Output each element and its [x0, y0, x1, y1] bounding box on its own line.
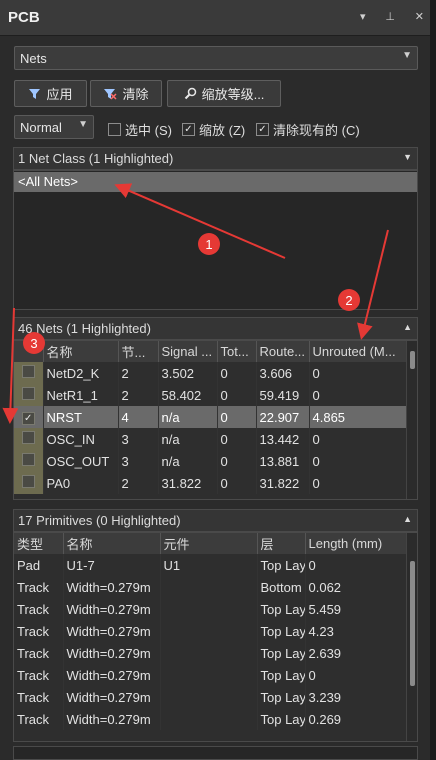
- annotation-badge-1: 1: [198, 233, 220, 255]
- annotation-arrow-2: [357, 229, 389, 340]
- annotation-overlay: [2, 183, 389, 424]
- annotation-badge-2: 2: [338, 289, 360, 311]
- annotation-arrow-3: [2, 307, 19, 424]
- annotation-badge-3: 3: [23, 332, 45, 354]
